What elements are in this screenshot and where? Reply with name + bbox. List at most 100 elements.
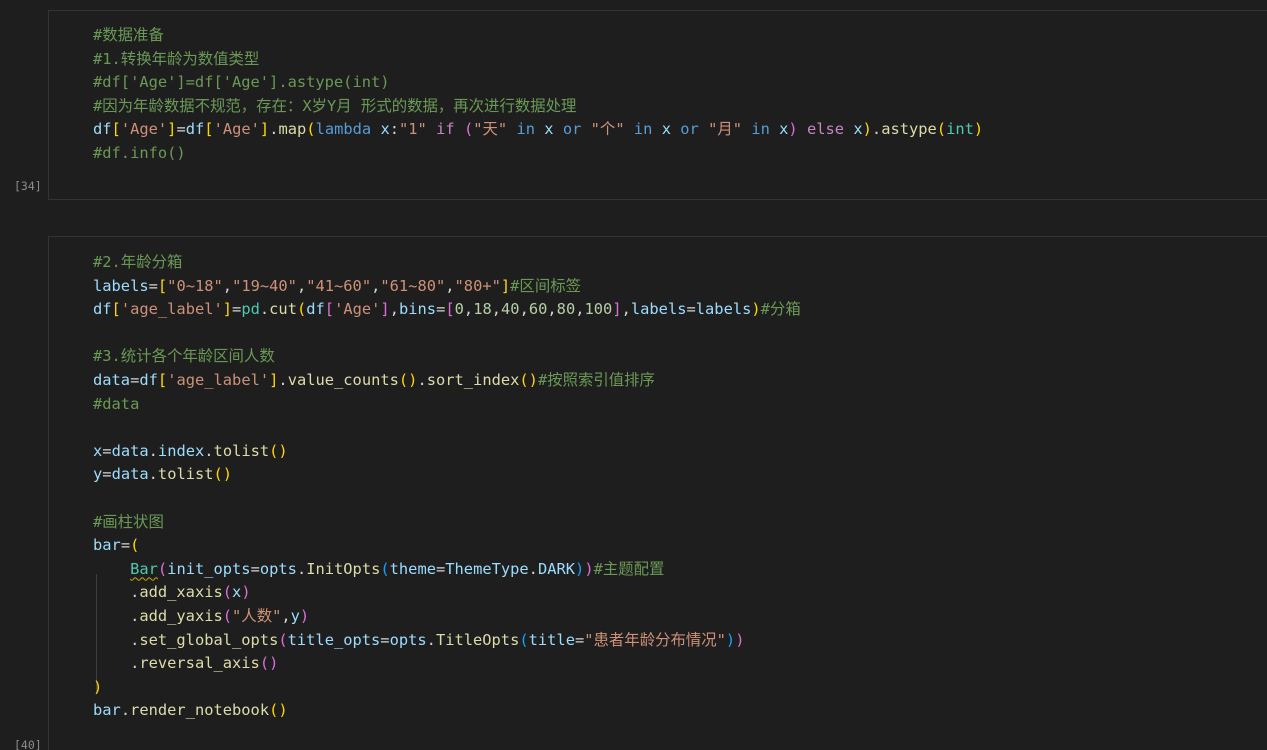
code-token: ) (725, 630, 736, 649)
code-token: . (93, 606, 140, 625)
code-token: () (398, 370, 418, 389)
code-token: sort_index (426, 370, 520, 389)
code-token: "61~80" (380, 276, 446, 295)
code-token: [ (445, 300, 455, 319)
code-token: title (528, 630, 575, 649)
code-token: . (259, 300, 270, 319)
code-token: if (436, 120, 455, 139)
code-token: theme (389, 559, 436, 578)
code-token: = (232, 300, 242, 319)
code-token: ) (584, 559, 594, 578)
code-line: #1.转换年龄为数值类型 (93, 48, 983, 72)
code-token: x (661, 120, 671, 139)
code-token: , (281, 606, 291, 625)
code-token: [ (204, 120, 214, 139)
code-token: index (157, 441, 205, 460)
code-token: 'Age' (213, 120, 260, 139)
code-cell-1[interactable]: #数据准备 #1.转换年龄为数值类型 #df['Age']=df['Age'].as… (48, 10, 1267, 200)
code-token: x (853, 120, 863, 139)
code-token: "19~40" (232, 276, 297, 295)
code-token: #data (93, 394, 140, 413)
code-token: ( (380, 559, 390, 578)
code-token: y (290, 606, 300, 625)
code-token: "80+" (454, 276, 501, 295)
code-editor[interactable]: #2.年龄分箱 labels=["0~18","19~40","41~60","6… (93, 251, 801, 723)
code-token: init_opts (167, 559, 251, 578)
code-token: y (93, 465, 103, 484)
code-token: . (426, 630, 436, 649)
code-token: . (871, 120, 882, 139)
code-token: in (633, 120, 653, 139)
code-token: 'Age' (334, 300, 381, 319)
code-token: ) (862, 120, 872, 139)
code-editor[interactable]: #数据准备 #1.转换年龄为数值类型 #df['Age']=df['Age'].as… (93, 24, 983, 166)
code-line: data=df['age_label'].value_counts().sort… (93, 369, 801, 393)
code-token: tolist (213, 441, 270, 460)
code-token: ) (751, 300, 761, 319)
code-token: add_yaxis (139, 606, 223, 625)
code-token: x (93, 441, 103, 460)
code-line: df['age_label']=pd.cut(df['Age'],bins=[0… (93, 298, 801, 322)
code-line: #2.年龄分箱 (93, 251, 801, 275)
code-token: ] (500, 276, 511, 295)
code-line: df['Age']=df['Age'].map(lambda x:"1" if … (93, 118, 983, 142)
code-token: . (93, 654, 140, 673)
code-token: ) (788, 120, 798, 139)
code-line: .add_yaxis("人数",y) (93, 605, 801, 629)
code-token: data (93, 370, 131, 389)
code-token: or (680, 120, 699, 139)
code-token: in (516, 120, 535, 139)
code-token: "41~60" (306, 276, 372, 295)
code-token: x (380, 120, 390, 139)
code-token: ( (519, 630, 529, 649)
code-token: = (176, 120, 186, 139)
code-token: . (278, 370, 288, 389)
code-token: 'Age' (120, 120, 168, 139)
code-token: df (185, 120, 205, 139)
code-token: ( (130, 536, 140, 555)
code-token: = (686, 300, 696, 319)
code-token: 0 (454, 300, 464, 319)
code-token: , (463, 300, 474, 319)
code-token: , (519, 300, 529, 319)
code-token: x (544, 120, 554, 139)
code-token: ] (222, 300, 233, 319)
code-token: #df['Age']=df['Age'].astype(int) (93, 73, 390, 92)
code-line: y=data.tolist() (93, 463, 801, 487)
code-token: [ (157, 370, 168, 389)
code-token: , (547, 300, 557, 319)
code-line: #画柱状图 (93, 511, 801, 535)
code-token: = (102, 441, 112, 460)
code-token: astype (881, 120, 937, 139)
code-token: ThemeType (445, 559, 529, 578)
code-token: ) (241, 583, 251, 602)
code-token: [ (111, 300, 121, 319)
code-token: bins (398, 300, 437, 319)
code-token: pd (241, 300, 260, 319)
code-token: df (93, 120, 112, 139)
code-token: ] (269, 370, 279, 389)
code-token: df (93, 300, 112, 319)
code-line: Bar(init_opts=opts.InitOpts(theme=ThemeT… (93, 558, 801, 582)
code-token: ( (936, 120, 947, 139)
code-token: reversal_axis (139, 654, 260, 673)
code-token: x (232, 583, 242, 602)
code-token: int (946, 120, 974, 139)
code-token: , (575, 300, 585, 319)
code-token: () (269, 701, 288, 720)
code-token: . (148, 441, 158, 460)
code-token: ( (306, 120, 316, 139)
code-token: #主题配置 (593, 559, 665, 578)
code-token: add_xaxis (139, 583, 223, 602)
code-token: = (435, 559, 446, 578)
code-cell-2[interactable]: #2.年龄分箱 labels=["0~18","19~40","41~60","6… (48, 236, 1267, 750)
code-token: "月" (708, 120, 743, 139)
code-token: , (296, 276, 307, 295)
